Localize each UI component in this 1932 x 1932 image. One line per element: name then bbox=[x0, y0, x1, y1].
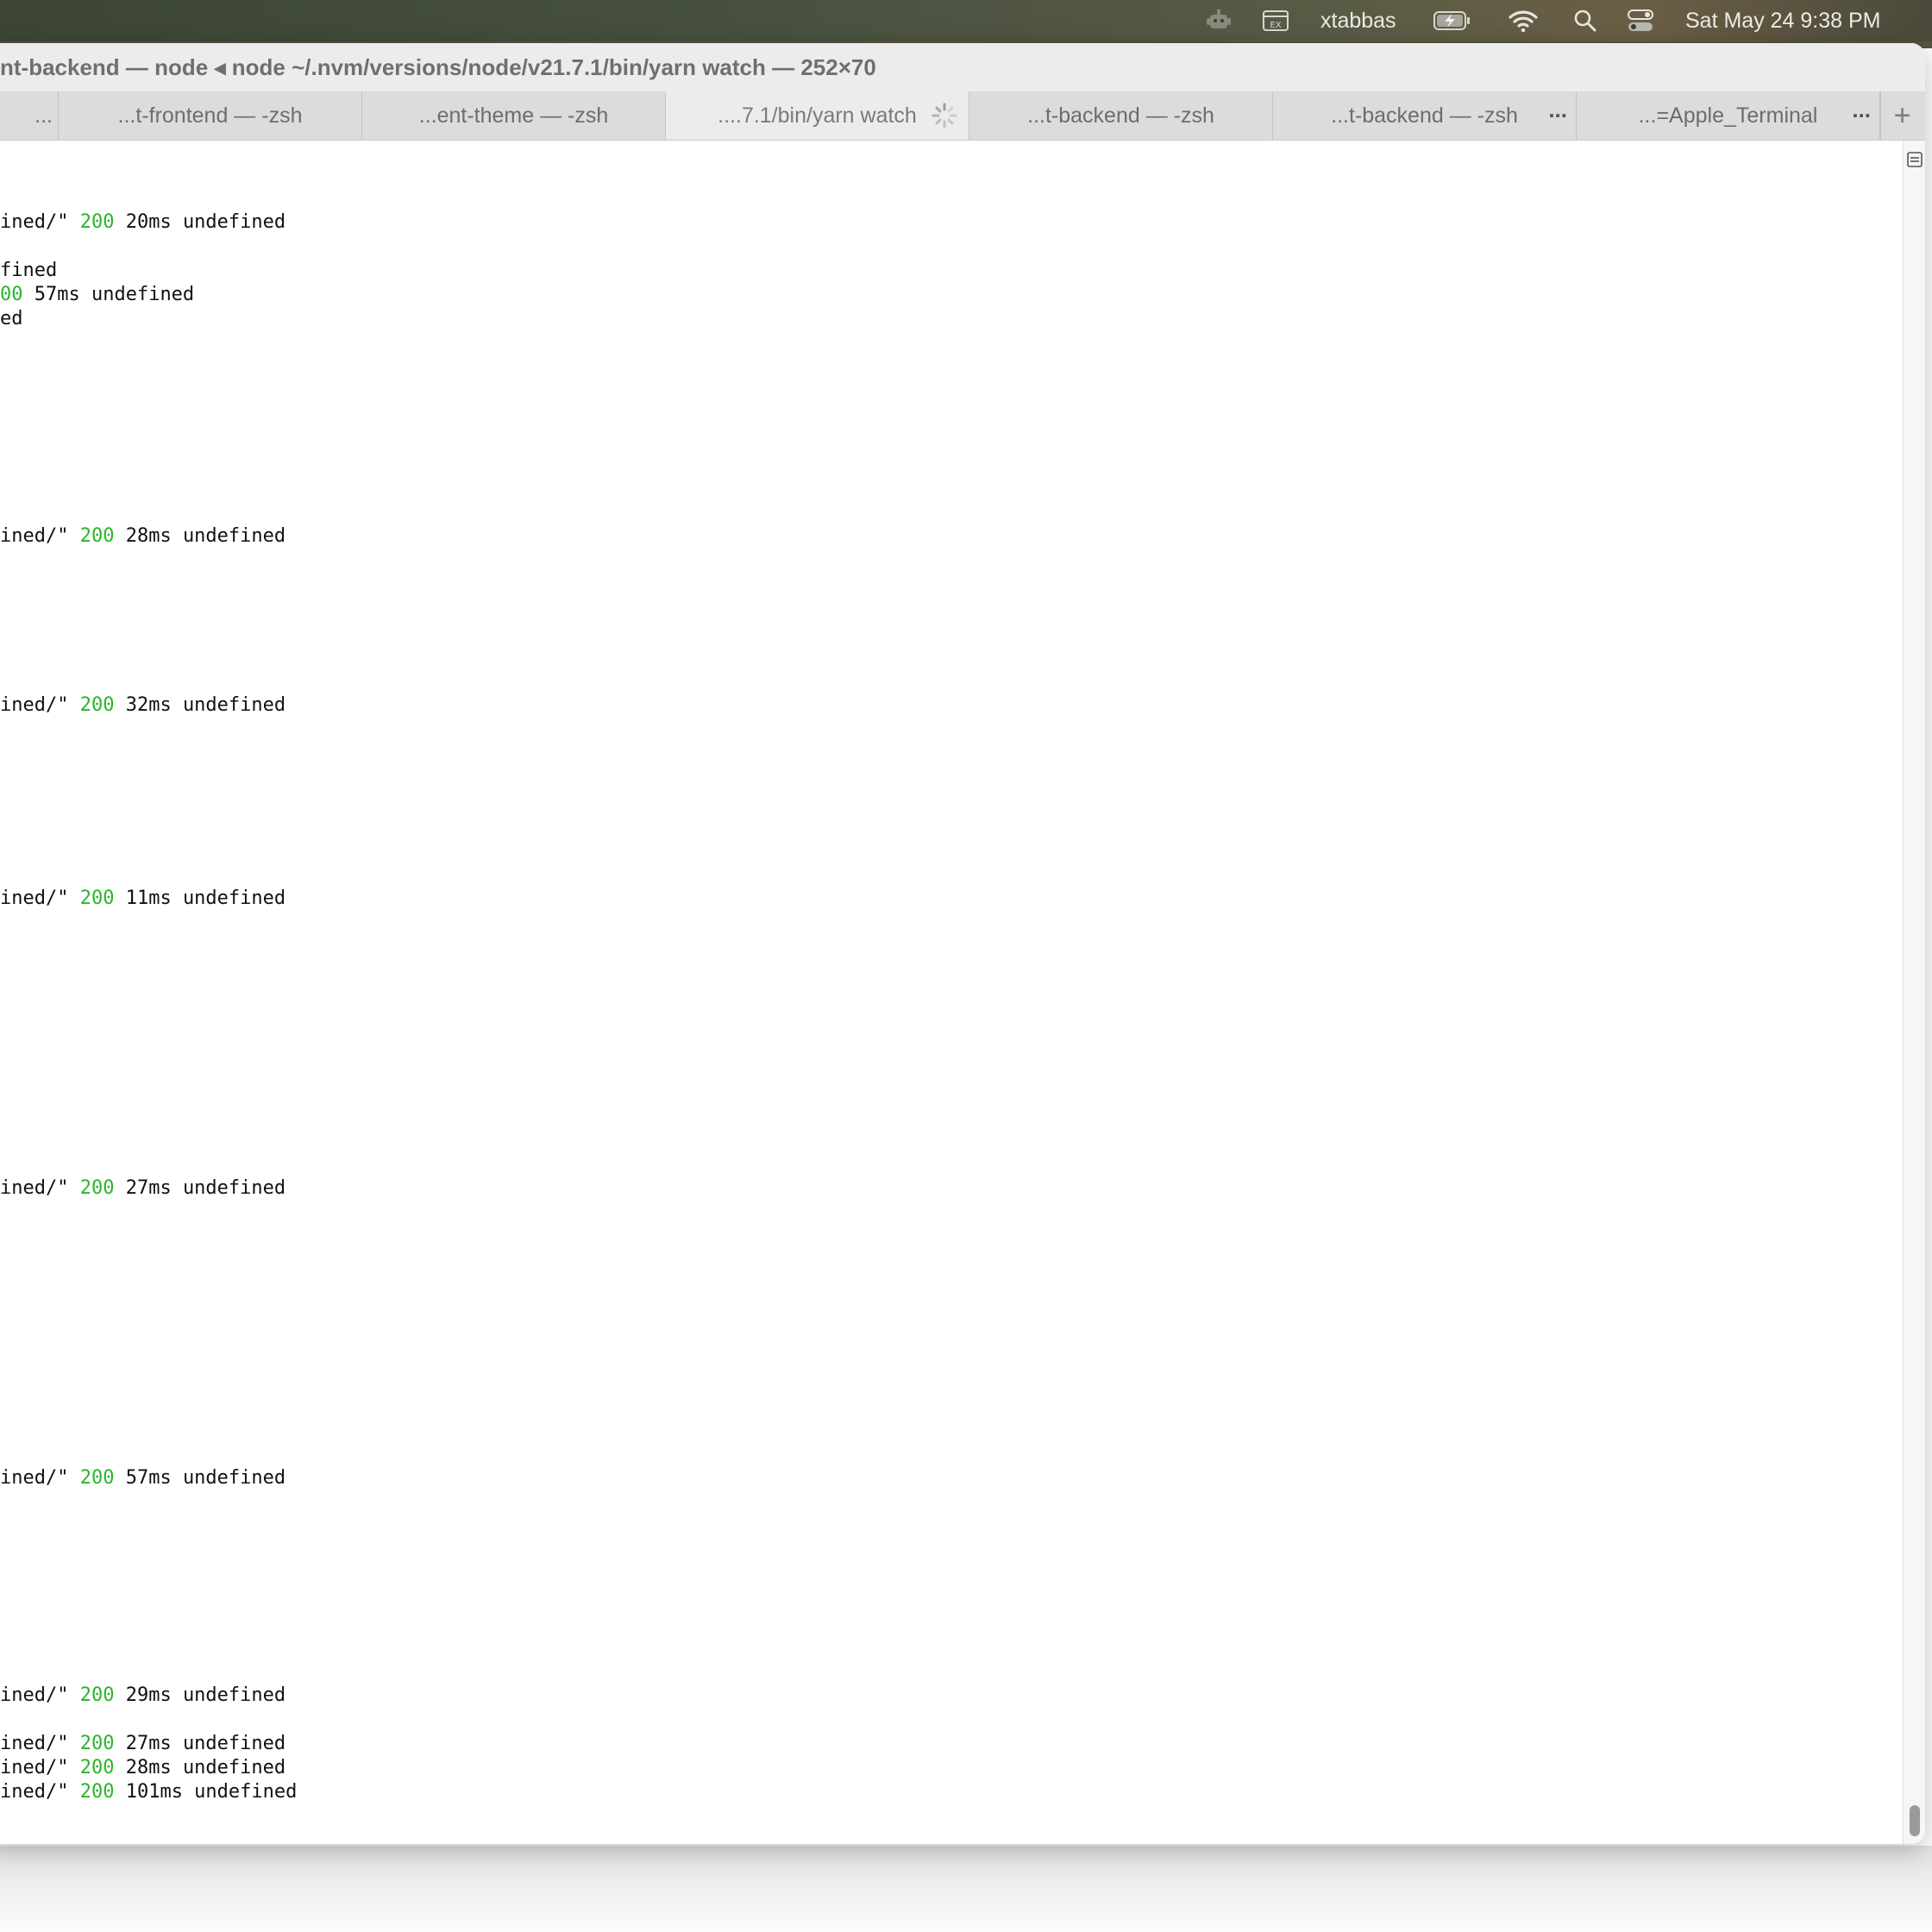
marks-icon[interactable] bbox=[1907, 151, 1923, 168]
terminal-line: ined/" 200 29ms undefined bbox=[0, 1684, 286, 1706]
datetime: Sat May 24 9:38 PM bbox=[1685, 8, 1881, 33]
tab-bar: ... ...t-frontend — -zsh ...ent-theme — … bbox=[0, 91, 1925, 141]
terminal-line: ined/" 200 11ms undefined bbox=[0, 888, 286, 909]
terminal-line: ined/" 200 20ms undefined bbox=[0, 211, 286, 233]
title-bar[interactable]: nt-backend — node ◂ node ~/.nvm/versions… bbox=[0, 43, 1925, 92]
tab-label: ...=Apple_Terminal bbox=[1638, 103, 1818, 128]
tab-more-icon[interactable]: ... bbox=[1548, 97, 1567, 123]
input-source-icon[interactable]: EX bbox=[1262, 0, 1289, 41]
terminal-output[interactable]: ined/" 200 20ms undefined fined 00 57ms … bbox=[0, 141, 1901, 1844]
terminal-line: ined/" 200 27ms undefined bbox=[0, 1177, 286, 1199]
activity-spinner-icon bbox=[931, 102, 958, 135]
desktop-background bbox=[0, 1846, 1932, 1932]
tab-label: ... bbox=[34, 103, 53, 128]
new-tab-button[interactable]: + bbox=[1880, 91, 1923, 140]
username[interactable]: xtabbas bbox=[1320, 0, 1396, 41]
terminal-line: ed bbox=[0, 308, 23, 329]
scrollbar-thumb[interactable] bbox=[1910, 1805, 1920, 1836]
robot-icon[interactable] bbox=[1203, 0, 1234, 41]
terminal-line: ined/" 200 32ms undefined bbox=[0, 694, 286, 716]
tab-hidden[interactable]: ... bbox=[0, 91, 59, 140]
tab-frontend[interactable]: ...t-frontend — -zsh bbox=[59, 91, 362, 140]
terminal-line: 00 57ms undefined bbox=[0, 284, 195, 305]
menubar-clock[interactable]: Sat May 24 9:38 PM bbox=[1685, 0, 1881, 41]
terminal-line: ined/" 200 28ms undefined bbox=[0, 525, 286, 547]
tab-label: ...ent-theme — -zsh bbox=[418, 103, 609, 128]
window-title: nt-backend — node ◂ node ~/.nvm/versions… bbox=[0, 54, 876, 80]
tab-yarn-watch[interactable]: ....7.1/bin/yarn watch bbox=[666, 91, 969, 140]
terminal-window: nt-backend — node ◂ node ~/.nvm/versions… bbox=[0, 43, 1925, 1844]
control-center-icon[interactable] bbox=[1627, 0, 1654, 41]
tab-more-icon[interactable]: ... bbox=[1852, 97, 1871, 123]
tab-label: ...t-backend — -zsh bbox=[1027, 103, 1214, 128]
tab-backend-2[interactable]: ...t-backend — -zsh ... bbox=[1273, 91, 1577, 140]
svg-text:EX: EX bbox=[1270, 21, 1281, 30]
tab-label: ...t-backend — -zsh bbox=[1331, 103, 1518, 128]
tab-theme[interactable]: ...ent-theme — -zsh bbox=[362, 91, 666, 140]
search-icon[interactable] bbox=[1572, 0, 1598, 41]
scrollbar[interactable] bbox=[1903, 141, 1925, 1844]
tab-label: ...t-frontend — -zsh bbox=[117, 103, 303, 128]
terminal-line: ined/" 200 28ms undefined bbox=[0, 1757, 286, 1778]
menu-bar: EX xtabbas Sat May 24 9:38 PM bbox=[0, 0, 1932, 45]
wifi-icon[interactable] bbox=[1508, 0, 1539, 41]
battery-charging-icon[interactable] bbox=[1433, 0, 1472, 41]
menubar-username: xtabbas bbox=[1320, 8, 1396, 33]
terminal-line: fined bbox=[0, 260, 58, 281]
terminal-line: ined/" 200 101ms undefined bbox=[0, 1781, 298, 1803]
terminal-line: ined/" 200 27ms undefined bbox=[0, 1733, 286, 1754]
terminal-line: ined/" 200 57ms undefined bbox=[0, 1467, 286, 1489]
tab-label: ....7.1/bin/yarn watch bbox=[718, 103, 917, 128]
tab-apple-terminal[interactable]: ...=Apple_Terminal ... bbox=[1577, 91, 1880, 140]
tab-backend-1[interactable]: ...t-backend — -zsh bbox=[969, 91, 1273, 140]
